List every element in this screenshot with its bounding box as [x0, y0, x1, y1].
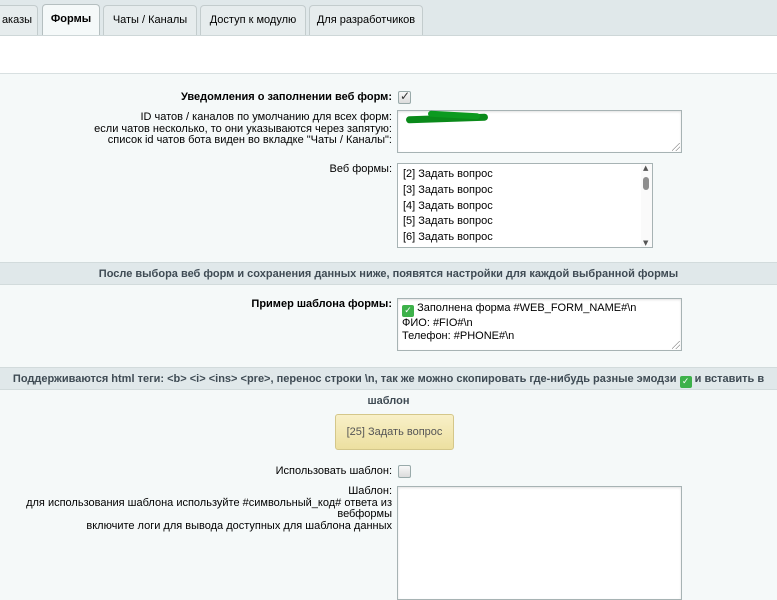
- use-template-label: Использовать шаблон:: [275, 465, 392, 477]
- list-item[interactable]: [2] Задать вопрос: [398, 167, 652, 183]
- section-header-html-tags: Поддерживаются html теги: <b> <i> <ins> …: [0, 367, 777, 407]
- check-mark-icon: ✓: [402, 305, 414, 317]
- resize-handle[interactable]: [672, 341, 680, 349]
- list-item[interactable]: [3] Задать вопрос: [398, 183, 652, 199]
- check-icon: ✓: [400, 89, 411, 103]
- chat-ids-textarea[interactable]: [397, 110, 682, 153]
- use-template-checkbox[interactable]: [398, 465, 411, 478]
- web-forms-label: Веб формы:: [329, 163, 393, 175]
- tab-content-header: [0, 36, 777, 74]
- template-textarea[interactable]: [397, 486, 682, 600]
- tab-bar: аказы Формы Чаты / Каналы Доступ к модул…: [0, 0, 777, 36]
- check-mark-icon: ✓: [679, 376, 692, 388]
- web-forms-select[interactable]: [2] Задать вопрос [3] Задать вопрос [4] …: [397, 163, 653, 248]
- form-select-button[interactable]: [25] Задать вопрос: [335, 414, 454, 450]
- list-item[interactable]: [4] Задать вопрос: [398, 199, 652, 215]
- notify-checkbox[interactable]: ✓: [398, 89, 411, 104]
- section-header-forms-settings: После выбора веб форм и сохранения данны…: [0, 262, 777, 285]
- template-label: Шаблон: для использования шаблона исполь…: [26, 485, 392, 532]
- scrollbar[interactable]: ▲ ▼: [641, 164, 652, 247]
- tab-orders[interactable]: аказы: [0, 5, 38, 35]
- template-example-label: Пример шаблона формы:: [251, 298, 392, 310]
- scroll-up-icon[interactable]: ▲: [643, 164, 648, 172]
- scrollbar-thumb[interactable]: [643, 177, 649, 190]
- template-example-textarea[interactable]: ✓ Заполнена форма #WEB_FORM_NAME#\n ФИО:…: [397, 298, 682, 351]
- tab-module-access[interactable]: Доступ к модулю: [200, 5, 306, 35]
- scroll-down-icon[interactable]: ▼: [643, 239, 648, 247]
- resize-handle[interactable]: [672, 143, 680, 151]
- tab-forms[interactable]: Формы: [42, 4, 100, 35]
- tab-chats-channels[interactable]: Чаты / Каналы: [103, 5, 197, 35]
- list-item[interactable]: [5] Задать вопрос: [398, 214, 652, 230]
- chat-ids-label: ID чатов / каналов по умолчанию для всех…: [94, 111, 392, 146]
- tab-developers[interactable]: Для разработчиков: [309, 5, 423, 35]
- notify-label: Уведомления о заполнении веб форм:: [181, 91, 392, 103]
- list-item[interactable]: [6] Задать вопрос: [398, 230, 652, 246]
